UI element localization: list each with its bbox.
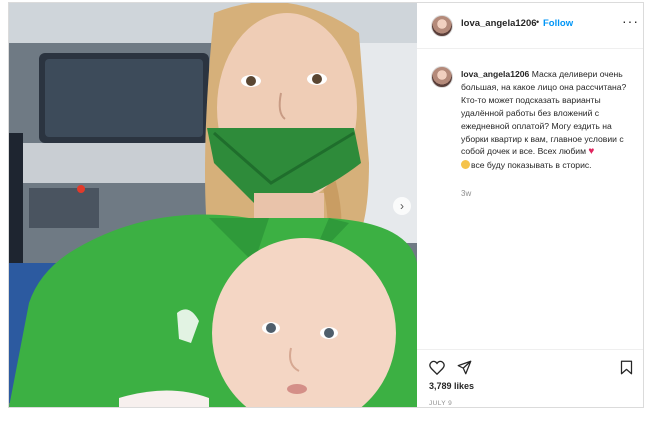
chevron-right-icon: ›: [400, 199, 404, 213]
likes-count[interactable]: 3,789 likes: [429, 381, 474, 391]
red-heart-emoji-icon: ♥: [588, 146, 595, 158]
post-photo[interactable]: ›: [9, 3, 417, 407]
avatar[interactable]: [431, 15, 453, 37]
post-header: lova_angela1206 • Follow ···: [417, 3, 643, 49]
photo-illustration: [9, 3, 417, 407]
post-actions: 3,789 likes JULY 9: [417, 349, 643, 407]
caption-text-end: все буду показывать в сторис.: [471, 160, 592, 171]
caption-text: Маска деливери очень большая, на какое л…: [461, 69, 627, 157]
caption-avatar[interactable]: [431, 66, 453, 88]
header-username[interactable]: lova_angela1206: [461, 18, 537, 29]
instagram-post: › lova_angela1206 • Follow ··· lova_ange…: [8, 2, 644, 408]
share-send-icon[interactable]: [457, 360, 472, 375]
header-separator-dot: •: [536, 17, 540, 27]
save-bookmark-icon[interactable]: [620, 360, 633, 375]
post-date: JULY 9: [429, 400, 453, 407]
follow-button[interactable]: Follow: [543, 18, 573, 29]
like-heart-icon[interactable]: [429, 360, 445, 375]
more-options-icon[interactable]: ···: [622, 13, 639, 29]
post-sidebar: lova_angela1206 • Follow ··· lova_angela…: [417, 3, 643, 407]
caption-time-ago[interactable]: 3w: [461, 189, 471, 198]
next-photo-button[interactable]: ›: [393, 197, 411, 215]
smiling-face-emoji-icon: [461, 160, 470, 170]
caption-username[interactable]: lova_angela1206: [461, 69, 529, 79]
post-caption: lova_angela1206 Маска деливери очень бол…: [461, 68, 635, 172]
